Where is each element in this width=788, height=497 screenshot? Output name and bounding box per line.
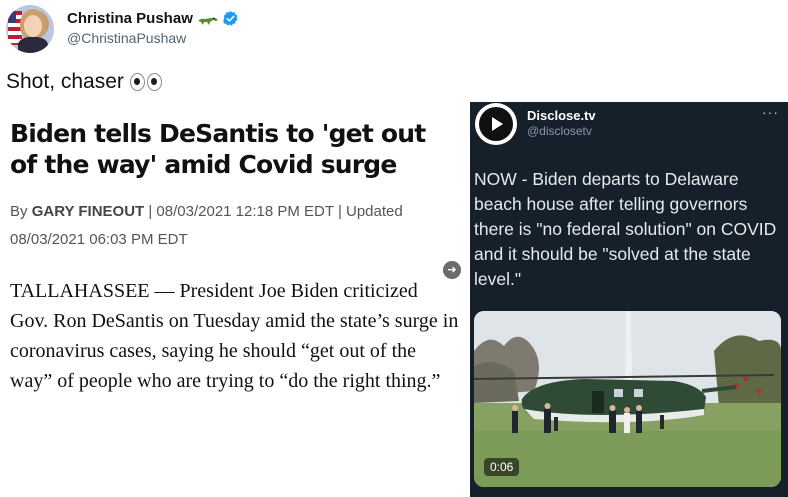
embedded-tweet-text: NOW - Biden departs to Delaware beach ho… [474,169,777,289]
video-thumbnail[interactable]: 0:06 [474,311,781,487]
avatar[interactable] [6,5,54,53]
tweet-text-content: Shot, chaser [6,70,124,93]
crocodile-emoji-icon [197,17,218,25]
helicopter-scene [474,311,781,487]
article-body: TALLAHASSEE — President Joe Biden critic… [10,280,459,392]
next-image-arrow-icon[interactable]: ➜ [443,261,461,279]
article-screenshot[interactable]: Biden tells DeSantis to 'get out of the … [0,104,465,497]
display-name[interactable]: Christina Pushaw [67,10,193,27]
play-icon [492,117,503,131]
embedded-tweet-screenshot[interactable]: Disclose.tv @disclosetv ··· NOW - Biden … [470,102,788,497]
tweet-text: Shot, chaser [6,70,162,94]
embedded-display-name: Disclose.tv [527,108,596,123]
embedded-handle: @disclosetv [527,124,592,138]
avatar-face [24,15,42,37]
eye-left-icon [129,73,145,91]
article-headline: Biden tells DeSantis to 'get out of the … [10,119,426,179]
disclose-logo-icon [475,103,517,145]
name-row: Christina Pushaw [67,10,239,27]
byline-prefix: By [10,203,32,220]
byline-author: GARY FINEOUT [31,203,145,220]
article-byline: By GARY FINEOUT | 08/03/2021 12:18 PM ED… [10,198,450,254]
verified-badge-icon [223,11,238,26]
video-duration-badge: 0:06 [484,458,520,476]
more-options-icon[interactable]: ··· [762,104,779,120]
handle[interactable]: @ChristinaPushaw [67,30,186,46]
eyes-emoji-icon [129,73,162,91]
eye-right-icon [146,73,162,91]
avatar-body [18,37,48,53]
